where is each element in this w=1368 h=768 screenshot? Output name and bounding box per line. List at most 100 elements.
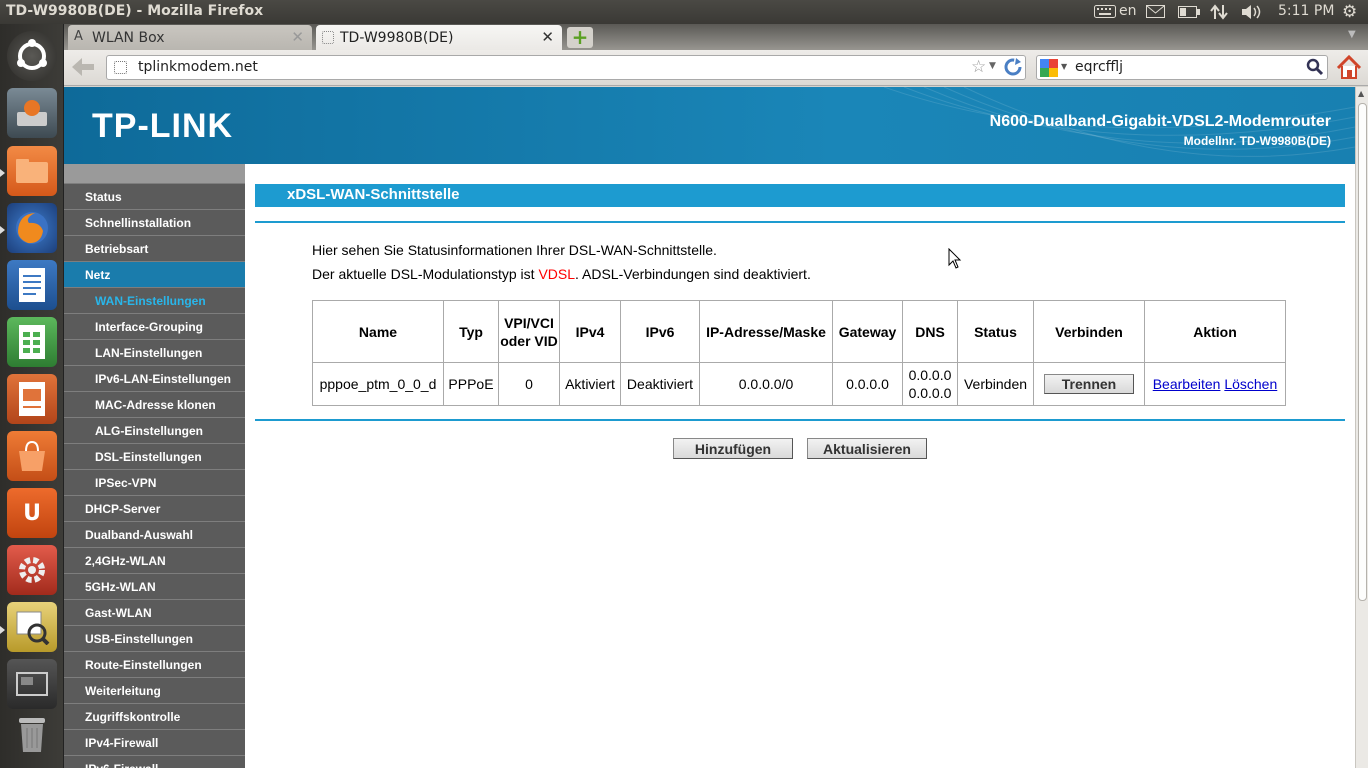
menu-lan-einstellungen[interactable]: LAN-Einstellungen <box>64 340 245 366</box>
writer-icon[interactable] <box>7 260 57 310</box>
menu-gast-wlan[interactable]: Gast-WLAN <box>64 600 245 626</box>
menu-ipv6-firewall[interactable]: IPv6-Firewall <box>64 756 245 768</box>
url-bar[interactable]: tplinkmodem.net ☆ ▼ <box>106 55 1026 80</box>
ubuntu-one-icon[interactable]: U <box>7 488 57 538</box>
scroll-up-icon[interactable]: ▲ <box>1358 89 1364 98</box>
search-engine-dropdown-icon[interactable]: ▼ <box>1061 62 1067 71</box>
edit-link[interactable]: Bearbeiten <box>1153 376 1221 392</box>
clock[interactable]: 5:11 PM <box>1278 3 1334 19</box>
network-icon[interactable] <box>1210 3 1228 25</box>
keyboard-icon[interactable] <box>1094 5 1116 22</box>
calc-icon[interactable] <box>7 317 57 367</box>
browser-window: A WLAN Box ✕ TD-W9980B(DE) ✕ + ▼ tplinkm… <box>64 24 1368 768</box>
close-icon[interactable]: ✕ <box>541 28 554 46</box>
menu-2-4ghz-wlan[interactable]: 2,4GHz-WLAN <box>64 548 245 574</box>
menu-ipsec-vpn[interactable]: IPSec-VPN <box>64 470 245 496</box>
col-header-ipv6: IPv6 <box>620 300 700 363</box>
col-header-ipv4: IPv4 <box>559 300 621 363</box>
tab-td-w9980b[interactable]: TD-W9980B(DE) ✕ <box>316 25 562 50</box>
dash-home-icon[interactable] <box>7 31 57 81</box>
cell-ipv6: Deaktiviert <box>620 362 700 406</box>
page-header: TP-LINK N600-Dualband-Gigabit-VDSL2-Mode… <box>64 87 1355 164</box>
navigation-toolbar: tplinkmodem.net ☆ ▼ ▼ eqrcfflj <box>64 50 1368 86</box>
firefox-icon[interactable] <box>7 203 57 253</box>
menu-dhcp-server[interactable]: DHCP-Server <box>64 496 245 522</box>
disconnect-button[interactable]: Trennen <box>1044 374 1134 394</box>
menu-mac-adresse-klonen[interactable]: MAC-Adresse klonen <box>64 392 245 418</box>
modulation-type: VDSL <box>538 266 576 282</box>
search-icon[interactable] <box>1306 58 1324 76</box>
info-line-2-prefix: Der aktuelle DSL-Modulationstyp ist <box>312 266 539 282</box>
bookmark-star-icon[interactable]: ☆ <box>971 57 986 77</box>
page-scrollbar[interactable]: ▲ <box>1355 87 1368 768</box>
url-text[interactable]: tplinkmodem.net <box>138 59 258 75</box>
menu-dsl-einstellungen[interactable]: DSL-Einstellungen <box>64 444 245 470</box>
system-settings-icon[interactable] <box>7 545 57 595</box>
back-icon[interactable] <box>70 56 98 80</box>
home-icon[interactable] <box>1336 54 1362 81</box>
menu-ipv4-firewall[interactable]: IPv4-Firewall <box>64 730 245 756</box>
tab-label: TD-W9980B(DE) <box>340 30 454 46</box>
menu-dualband-auswahl[interactable]: Dualband-Auswahl <box>64 522 245 548</box>
gear-icon[interactable]: ⚙ <box>1342 2 1357 22</box>
site-identity-icon[interactable] <box>114 61 127 74</box>
col-header-status: Status <box>957 300 1034 363</box>
table-row: pppoe_ptm_0_0_d PPPoE 0 Aktiviert Deakti… <box>312 362 1286 406</box>
window-title: TD-W9980B(DE) - Mozilla Firefox <box>6 3 264 19</box>
col-header-typ: Typ <box>443 300 499 363</box>
reload-icon[interactable] <box>1003 57 1023 77</box>
search-input[interactable]: eqrcfflj <box>1075 59 1123 75</box>
add-button[interactable]: Hinzufügen <box>673 438 793 459</box>
keyboard-layout[interactable]: en <box>1119 3 1137 19</box>
software-center-icon[interactable] <box>7 431 57 481</box>
history-dropdown-icon[interactable]: ▼ <box>989 61 996 71</box>
menu-netz[interactable]: Netz <box>64 262 245 288</box>
blank-page-icon <box>322 31 334 44</box>
impress-icon[interactable] <box>7 374 57 424</box>
workspace-switcher-icon[interactable] <box>7 659 57 709</box>
menu-status[interactable]: Status <box>64 184 245 210</box>
model-info: N600-Dualband-Gigabit-VDSL2-Modemrouter … <box>990 113 1331 148</box>
cell-verbinden: Trennen <box>1033 362 1145 406</box>
menu-weiterleitung[interactable]: Weiterleitung <box>64 678 245 704</box>
launcher: U <box>0 24 64 768</box>
mail-icon[interactable] <box>1146 5 1165 22</box>
refresh-button[interactable]: Aktualisieren <box>807 438 927 459</box>
dns-primary: 0.0.0.0 <box>908 367 952 383</box>
menu-route-einstellungen[interactable]: Route-Einstellungen <box>64 652 245 678</box>
info-line-2-suffix: . ADSL-Verbindungen sind deaktiviert. <box>575 266 811 282</box>
col-header-aktion: Aktion <box>1144 300 1286 363</box>
cell-dns: 0.0.0.0 0.0.0.0 <box>902 362 958 406</box>
menu-alg-einstellungen[interactable]: ALG-Einstellungen <box>64 418 245 444</box>
delete-link[interactable]: Löschen <box>1224 376 1277 392</box>
cell-aktion: Bearbeiten Löschen <box>1144 362 1286 406</box>
battery-icon[interactable] <box>1178 6 1200 22</box>
menu-zugriffskontrolle[interactable]: Zugriffskontrolle <box>64 704 245 730</box>
menu-ipv6-lan-einstellungen[interactable]: IPv6-LAN-Einstellungen <box>64 366 245 392</box>
divider-bottom <box>255 419 1345 421</box>
top-panel: TD-W9980B(DE) - Mozilla Firefox en 5:11 … <box>0 0 1368 24</box>
menu-schnellinstallation[interactable]: Schnellinstallation <box>64 210 245 236</box>
menu-betriebsart[interactable]: Betriebsart <box>64 236 245 262</box>
google-icon[interactable] <box>1040 59 1058 77</box>
col-header-gateway: Gateway <box>832 300 903 363</box>
trash-icon[interactable] <box>7 709 57 759</box>
menu-5ghz-wlan[interactable]: 5GHz-WLAN <box>64 574 245 600</box>
running-indicator <box>0 226 5 234</box>
new-tab-button[interactable]: + <box>567 27 593 48</box>
ubuntu-installer-icon[interactable] <box>7 88 57 138</box>
files-icon[interactable] <box>7 146 57 196</box>
menu-usb-einstellungen[interactable]: USB-Einstellungen <box>64 626 245 652</box>
menu-wan-einstellungen[interactable]: WAN-Einstellungen <box>64 288 245 314</box>
web-page: TP-LINK N600-Dualband-Gigabit-VDSL2-Mode… <box>64 87 1355 768</box>
close-icon[interactable]: ✕ <box>291 28 304 46</box>
col-header-vpi-vci: VPI/VCI oder VID <box>498 300 560 363</box>
running-indicator <box>0 169 5 177</box>
menu-interface-grouping[interactable]: Interface-Grouping <box>64 314 245 340</box>
tab-list-icon[interactable]: ▼ <box>1348 29 1356 40</box>
volume-icon[interactable] <box>1241 4 1263 24</box>
image-viewer-icon[interactable] <box>7 602 57 652</box>
search-bar[interactable]: ▼ eqrcfflj <box>1036 55 1328 80</box>
tab-wlan-box[interactable]: A WLAN Box ✕ <box>68 25 312 50</box>
scrollbar-thumb[interactable] <box>1358 103 1367 601</box>
